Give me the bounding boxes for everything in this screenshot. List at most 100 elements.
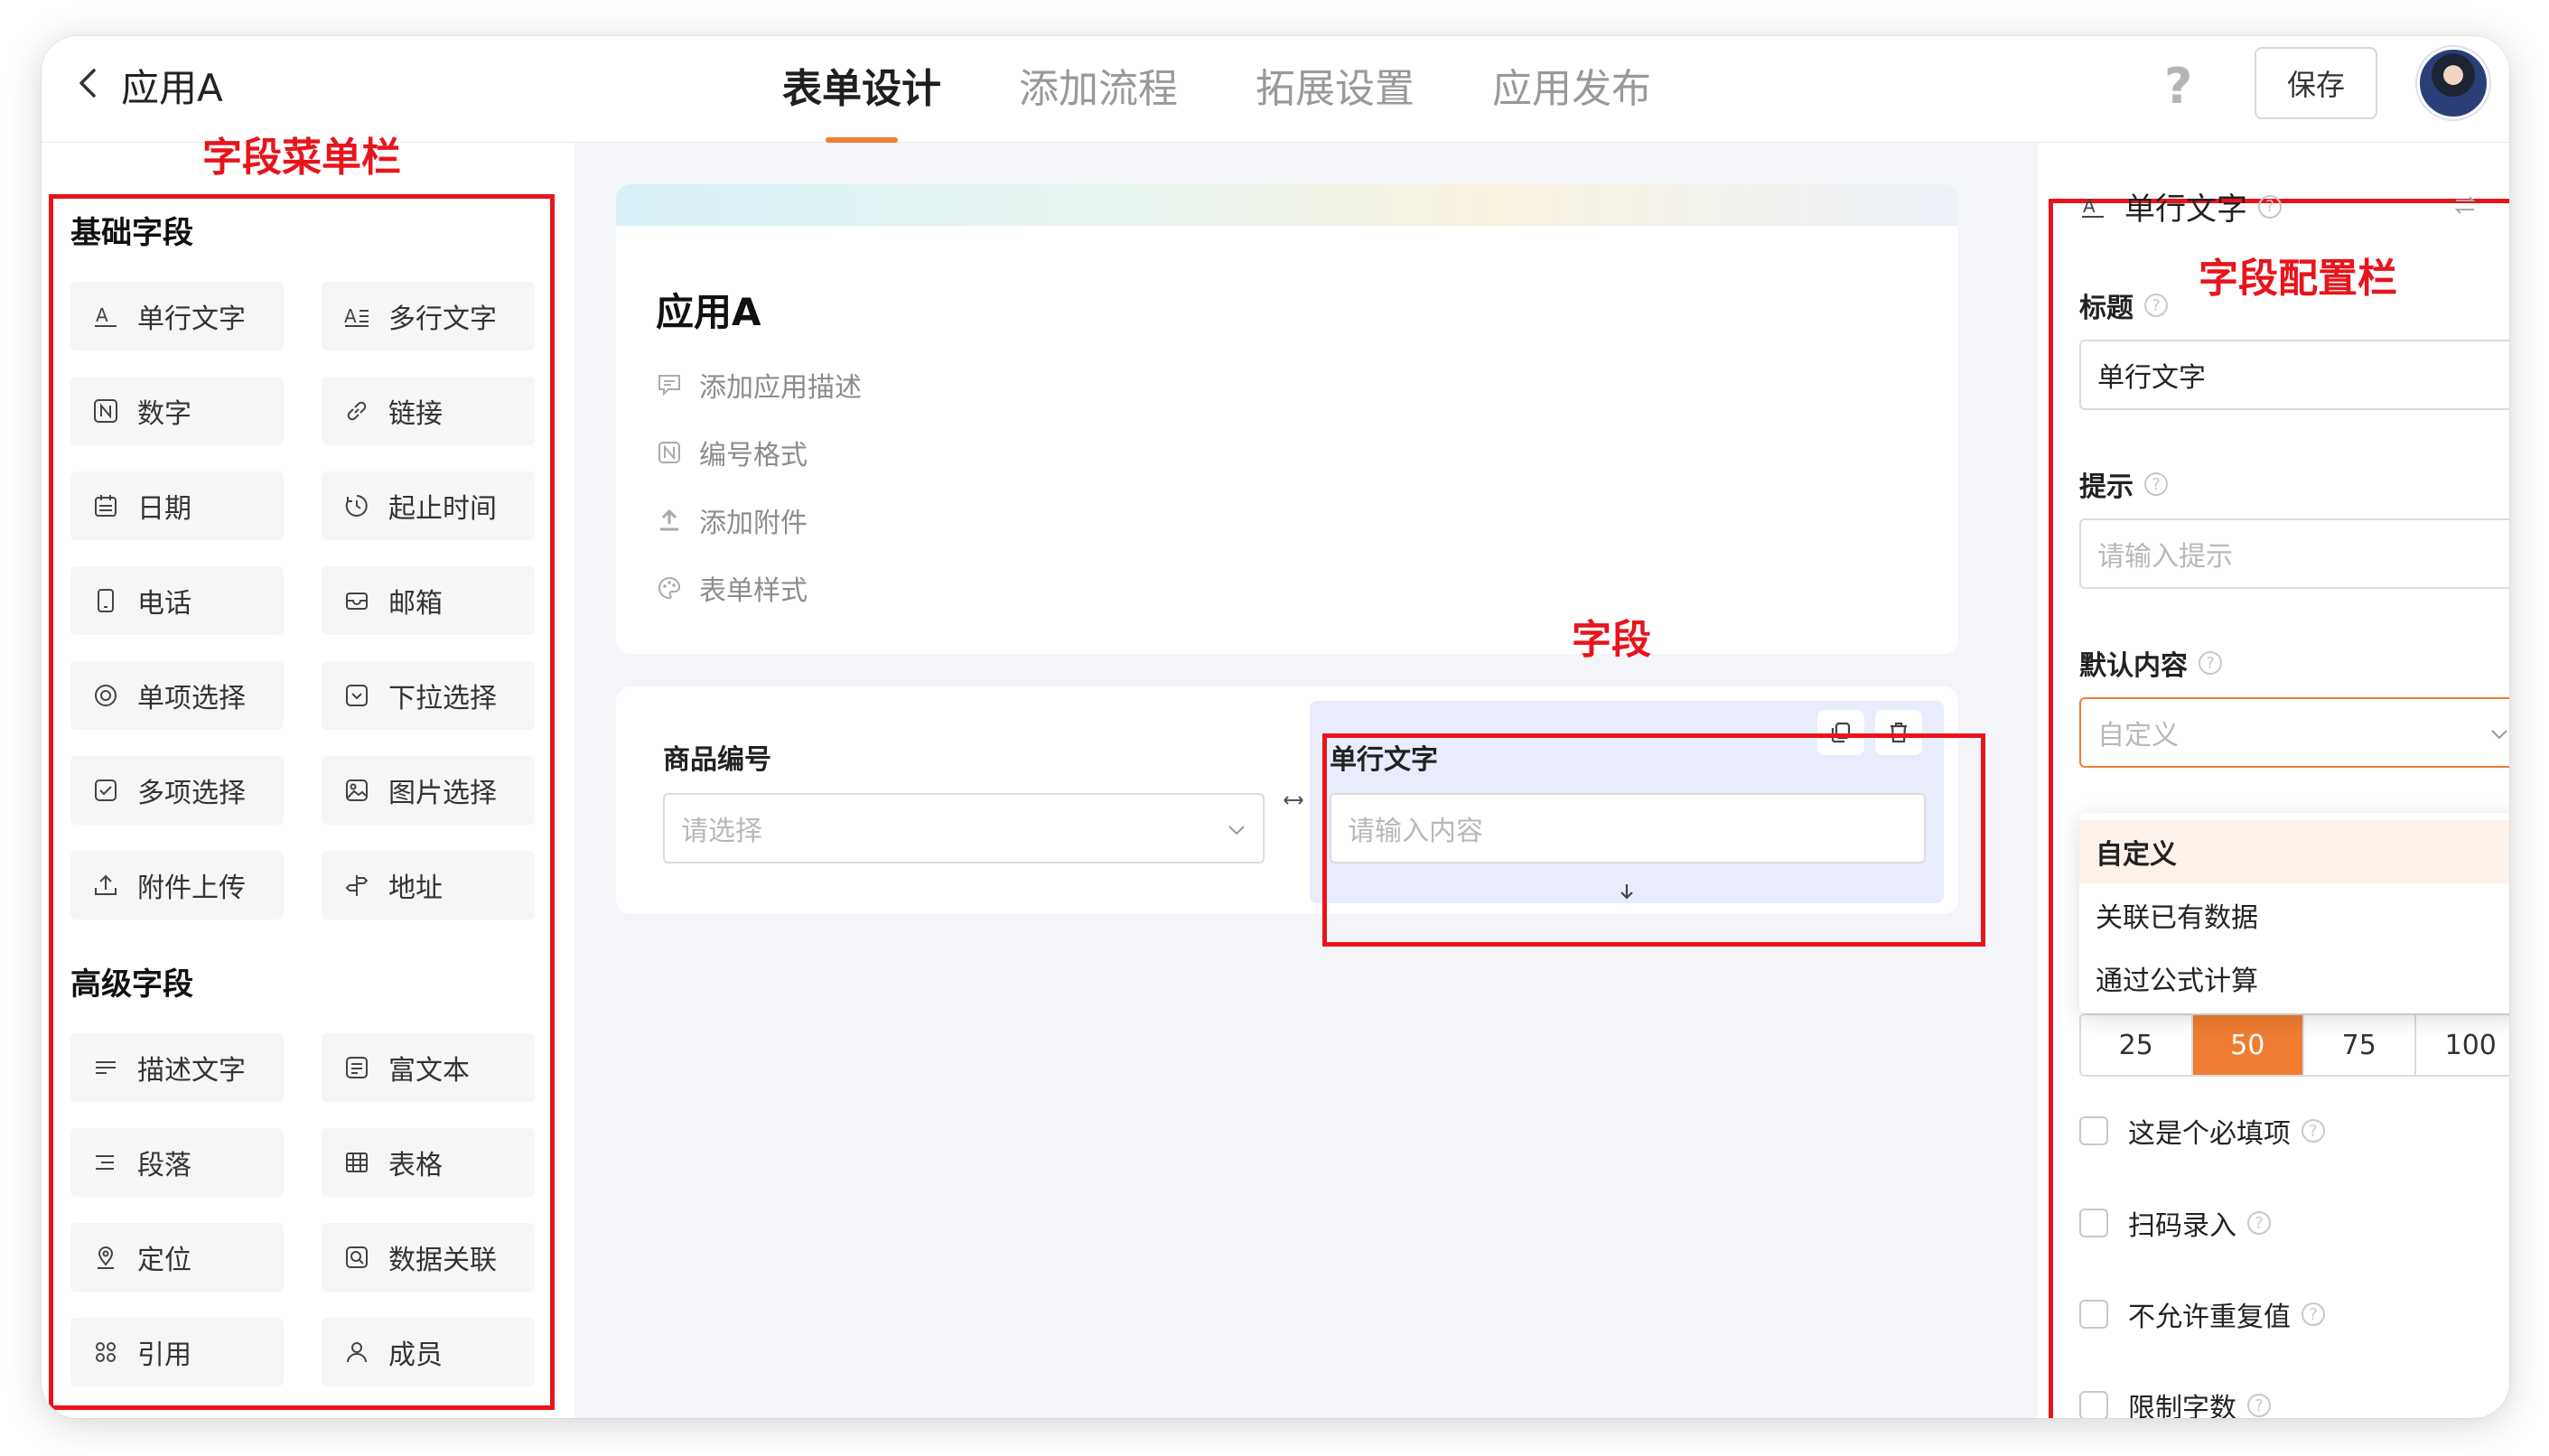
add-app-description-link[interactable]: 添加应用描述 bbox=[656, 365, 862, 405]
field-email[interactable]: 邮箱 bbox=[322, 566, 535, 635]
app-info-card: 应用A 添加应用描述 编号格式 添加附件 表单样式 bbox=[616, 184, 1958, 654]
field-paragraph[interactable]: 段落 bbox=[70, 1128, 284, 1197]
help-circle-icon[interactable]: ? bbox=[2144, 472, 2168, 496]
field-multi-choice[interactable]: 多项选择 bbox=[70, 756, 284, 825]
advanced-fields-title: 高级字段 bbox=[70, 966, 193, 1003]
mailbox-icon bbox=[341, 585, 372, 616]
char-limit-checkbox-row[interactable]: 限制字数 ? bbox=[2079, 1386, 2271, 1418]
width-option-50[interactable]: 50 bbox=[2192, 1015, 2304, 1075]
help-icon[interactable]: ? bbox=[2164, 58, 2192, 115]
scan-input-checkbox[interactable] bbox=[2079, 1209, 2108, 1237]
avatar[interactable] bbox=[2417, 47, 2489, 119]
text-lines-icon: A bbox=[341, 301, 372, 331]
default-content-select[interactable]: 自定义 bbox=[2079, 697, 2509, 768]
dropdown-option-custom[interactable]: 自定义 bbox=[2079, 820, 2509, 883]
link-icon bbox=[341, 396, 372, 426]
save-button[interactable]: 保存 bbox=[2255, 47, 2377, 119]
upload-icon bbox=[660, 509, 678, 531]
help-circle-icon[interactable]: ? bbox=[2144, 294, 2168, 317]
width-option-75[interactable]: 75 bbox=[2304, 1015, 2416, 1075]
width-option-25[interactable]: 25 bbox=[2081, 1015, 2193, 1075]
required-checkbox-row[interactable]: 这是个必填项 ? bbox=[2079, 1111, 2325, 1151]
field-description-text[interactable]: 描述文字 bbox=[70, 1033, 284, 1102]
field-member[interactable]: 成员 bbox=[322, 1318, 535, 1386]
tab-form-design[interactable]: 表单设计 bbox=[782, 56, 941, 143]
help-circle-icon[interactable]: ? bbox=[2199, 651, 2222, 675]
field-data-relation[interactable]: 数据关联 bbox=[322, 1223, 535, 1292]
number-icon bbox=[90, 396, 121, 426]
text-a-icon: A bbox=[2082, 195, 2104, 218]
field-reference[interactable]: 引用 bbox=[70, 1318, 284, 1386]
field-image-choice[interactable]: 图片选择 bbox=[322, 756, 535, 825]
help-circle-icon[interactable]: ? bbox=[2247, 1211, 2271, 1235]
form-style-link[interactable]: 表单样式 bbox=[656, 568, 808, 608]
annotation-sidebar: 字段菜单栏 bbox=[202, 135, 401, 181]
dropdown-option-linked-data[interactable]: 关联已有数据 bbox=[2079, 883, 2509, 947]
upload-icon bbox=[90, 870, 121, 901]
tab-app-publish[interactable]: 应用发布 bbox=[1492, 56, 1651, 143]
annotation-field: 字段 bbox=[1572, 617, 1651, 663]
help-circle-icon[interactable]: ? bbox=[2302, 1302, 2325, 1326]
image-icon bbox=[341, 775, 372, 806]
document-icon bbox=[341, 1052, 372, 1083]
add-attachment-link[interactable]: 添加附件 bbox=[656, 500, 808, 540]
tab-extension-settings[interactable]: 拓展设置 bbox=[1256, 56, 1415, 143]
width-option-100[interactable]: 100 bbox=[2416, 1015, 2510, 1075]
comment-icon bbox=[658, 375, 680, 397]
text-a-icon: A bbox=[90, 301, 121, 331]
lines-icon bbox=[90, 1052, 121, 1083]
resize-handle-icon[interactable] bbox=[1281, 788, 1306, 813]
title-input[interactable]: 单行文字 bbox=[2079, 340, 2509, 410]
field-single-line-text[interactable]: A 单行文字 bbox=[70, 282, 284, 350]
app-title: 应用A bbox=[121, 66, 223, 110]
default-content-label: 默认内容 ? bbox=[2079, 643, 2222, 683]
field-multi-line-text[interactable]: A 多行文字 bbox=[322, 282, 535, 350]
checkbox-icon bbox=[90, 775, 121, 806]
calendar-icon bbox=[90, 490, 121, 521]
field-dropdown[interactable]: 下拉选择 bbox=[322, 661, 535, 730]
number-icon bbox=[658, 442, 680, 463]
number-format-link[interactable]: 编号格式 bbox=[656, 433, 808, 472]
tab-add-process[interactable]: 添加流程 bbox=[1019, 56, 1178, 143]
field-location[interactable]: 定位 bbox=[70, 1223, 284, 1292]
required-checkbox[interactable] bbox=[2079, 1116, 2108, 1145]
field-single-choice[interactable]: 单项选择 bbox=[70, 661, 284, 730]
no-duplicate-checkbox[interactable] bbox=[2079, 1300, 2108, 1329]
no-duplicate-checkbox-row[interactable]: 不允许重复值 ? bbox=[2079, 1294, 2325, 1334]
dropdown-option-formula[interactable]: 通过公式计算 bbox=[2079, 947, 2509, 1010]
field-rich-text[interactable]: 富文本 bbox=[322, 1033, 535, 1102]
field-table[interactable]: 表格 bbox=[322, 1128, 535, 1197]
product-number-label: 商品编号 bbox=[663, 744, 771, 776]
panel-field-type: A 单行文字 ? bbox=[2079, 184, 2282, 229]
top-tabs: 表单设计 添加流程 拓展设置 应用发布 bbox=[782, 56, 1651, 143]
basic-fields-title: 基础字段 bbox=[70, 215, 193, 251]
table-icon bbox=[341, 1147, 372, 1178]
svg-text:A: A bbox=[344, 305, 357, 327]
paragraph-icon bbox=[90, 1147, 121, 1178]
app-window: 应用A 表单设计 添加流程 拓展设置 应用发布 ? 保存 字段菜单栏 基础字段 … bbox=[42, 36, 2509, 1418]
svg-text:A: A bbox=[96, 304, 108, 326]
field-phone[interactable]: 电话 bbox=[70, 566, 284, 635]
field-attachment-upload[interactable]: 附件上传 bbox=[70, 851, 284, 919]
hint-input[interactable]: 请输入提示 bbox=[2079, 518, 2509, 589]
field-date[interactable]: 日期 bbox=[70, 471, 284, 540]
location-pin-icon bbox=[90, 1242, 121, 1273]
help-circle-icon[interactable]: ? bbox=[2247, 1394, 2271, 1417]
field-time-range[interactable]: 起止时间 bbox=[322, 471, 535, 540]
field-link[interactable]: 链接 bbox=[322, 377, 535, 445]
char-limit-checkbox[interactable] bbox=[2079, 1391, 2108, 1418]
product-number-select[interactable]: 请选择 bbox=[663, 793, 1265, 863]
palette-icon bbox=[658, 576, 681, 600]
dropdown-icon bbox=[341, 680, 372, 711]
chevron-down-icon bbox=[1228, 826, 1245, 835]
scan-input-checkbox-row[interactable]: 扫码录入 ? bbox=[2079, 1203, 2271, 1243]
annotation-field-box bbox=[1322, 733, 1985, 947]
field-number[interactable]: 数字 bbox=[70, 377, 284, 445]
field-address[interactable]: 地址 bbox=[322, 851, 535, 919]
chevron-left-icon[interactable] bbox=[69, 63, 108, 103]
switch-icon[interactable] bbox=[2451, 191, 2479, 219]
help-circle-icon[interactable]: ? bbox=[2258, 194, 2282, 219]
top-header: 应用A 表单设计 添加流程 拓展设置 应用发布 ? 保存 bbox=[42, 36, 2509, 143]
nodes-icon bbox=[90, 1337, 121, 1367]
help-circle-icon[interactable]: ? bbox=[2302, 1119, 2325, 1143]
